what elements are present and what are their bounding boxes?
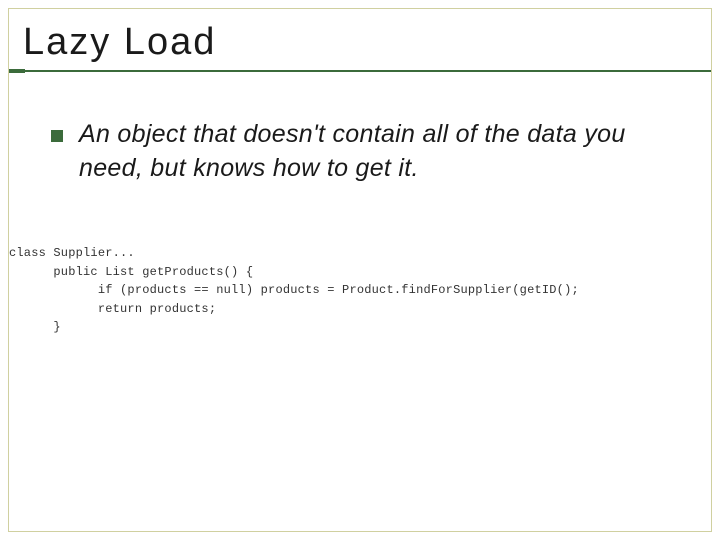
content-area: An object that doesn't contain all of th… [9, 72, 711, 186]
code-block: class Supplier... public List getProduct… [9, 244, 579, 337]
slide-frame: Lazy Load An object that doesn't contain… [8, 8, 712, 532]
code-line: } [9, 320, 61, 334]
bullet-text: An object that doesn't contain all of th… [79, 118, 671, 186]
title-underline-accent [9, 69, 25, 73]
code-line: public List getProducts() { [9, 265, 253, 279]
title-container: Lazy Load [9, 9, 711, 72]
code-line: return products; [9, 302, 216, 316]
code-line: if (products == null) products = Product… [9, 283, 579, 297]
slide-title: Lazy Load [23, 21, 711, 64]
bullet-item: An object that doesn't contain all of th… [51, 118, 671, 186]
square-bullet-icon [51, 130, 63, 142]
title-underline [9, 70, 711, 72]
code-line: class Supplier... [9, 246, 135, 260]
